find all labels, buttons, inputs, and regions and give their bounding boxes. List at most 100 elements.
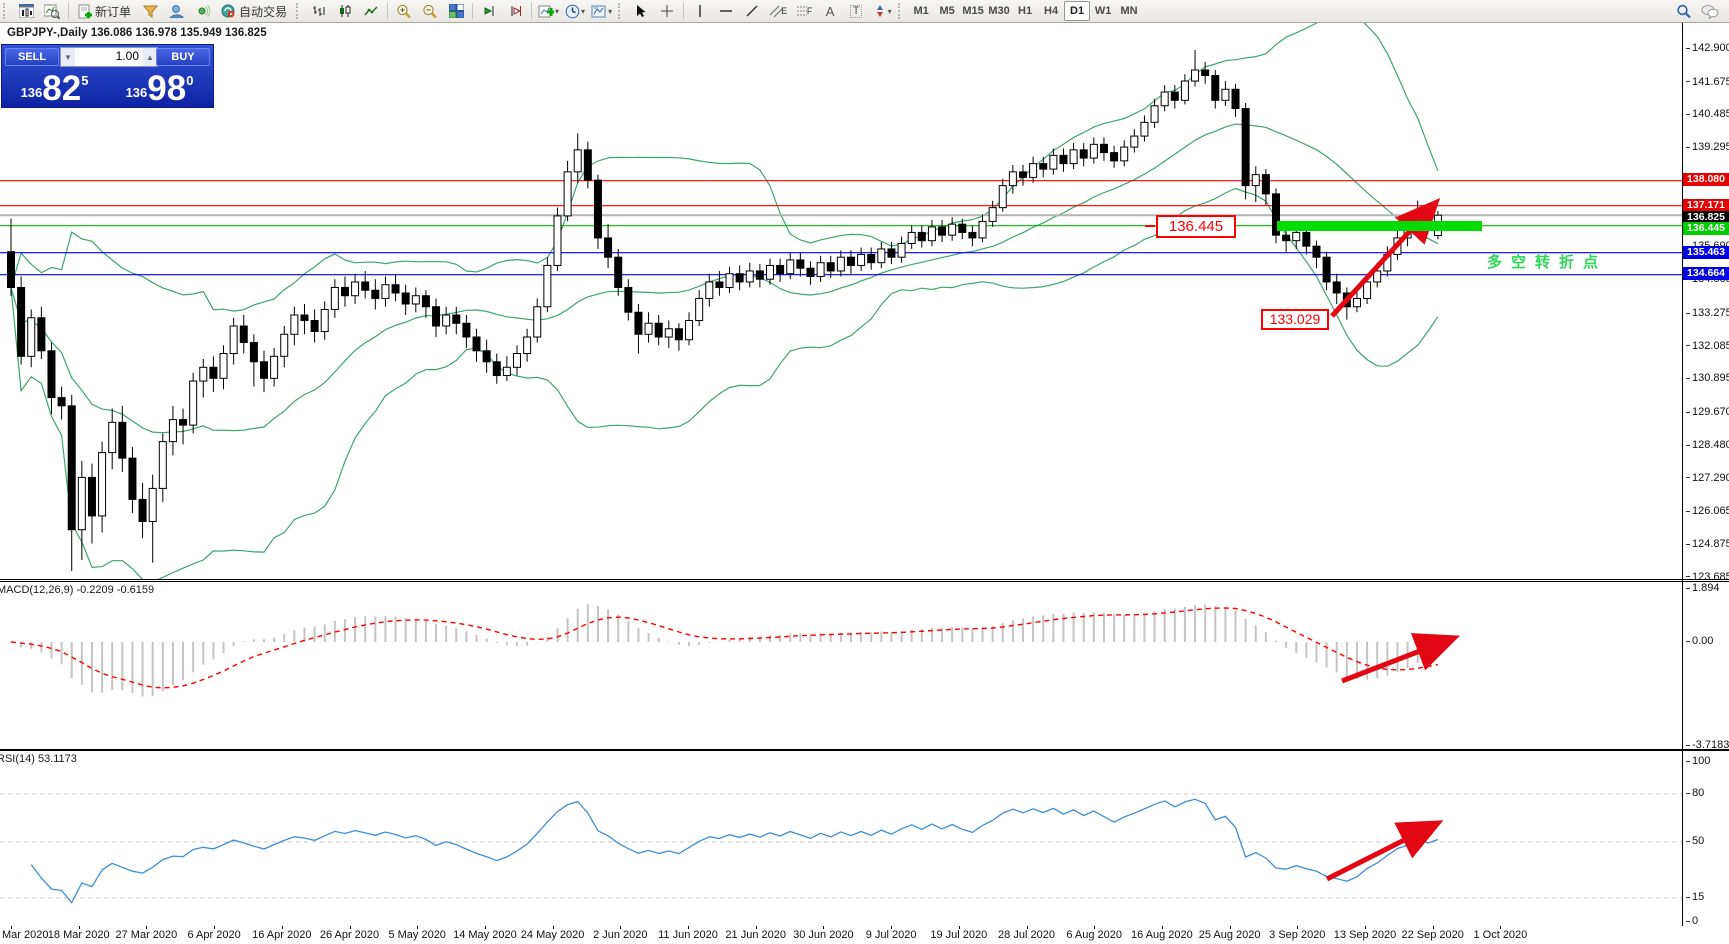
tab-m15[interactable]: M15 xyxy=(960,1,986,21)
tab-m5[interactable]: M5 xyxy=(934,1,960,21)
date-label: 6 Apr 2020 xyxy=(187,929,240,941)
periods-dropdown-arrow[interactable]: ▾ xyxy=(581,7,585,16)
text-letter: A xyxy=(826,5,835,18)
macd-axis-label: 0.00 xyxy=(1686,635,1713,647)
candlestick-chart-button[interactable] xyxy=(332,1,358,21)
trendline-button[interactable] xyxy=(739,1,765,21)
sell-price-sup: 5 xyxy=(81,73,88,88)
tick-chart-icon[interactable] xyxy=(39,1,65,21)
main-chart-pane[interactable] xyxy=(0,23,1729,580)
periods-button[interactable]: ▾ xyxy=(562,1,588,21)
macd-pane[interactable] xyxy=(0,581,1729,750)
label-button[interactable]: T xyxy=(843,1,869,21)
tab-w1[interactable]: W1 xyxy=(1090,1,1116,21)
charts-window-icon[interactable] xyxy=(13,1,39,21)
tab-d1[interactable]: D1 xyxy=(1064,1,1090,21)
date-axis[interactable]: Mar 202018 Mar 202027 Mar 20206 Apr 2020… xyxy=(0,926,1729,944)
rsi-axis-label: 15 xyxy=(1686,891,1704,903)
support-zone-bar[interactable] xyxy=(1277,221,1482,231)
resistance-price-label[interactable]: 136.445 xyxy=(1156,215,1236,238)
buy-price-sup: 0 xyxy=(186,73,193,88)
volume-decrease-button[interactable]: ▼ xyxy=(61,48,75,66)
chart-shift-button[interactable] xyxy=(502,1,528,21)
buy-button[interactable]: BUY xyxy=(156,48,210,66)
buy-price-prefix: 136 xyxy=(126,85,148,100)
macd-axis-label: 1.894 xyxy=(1686,582,1720,594)
search-icon[interactable] xyxy=(1671,1,1697,21)
rsi-label: RSI(14) 53.1173 xyxy=(0,753,77,765)
rsi-pane[interactable] xyxy=(0,750,1729,927)
tile-windows-button[interactable] xyxy=(443,1,469,21)
price-chart-canvas[interactable] xyxy=(0,23,1682,579)
date-label: 11 Jun 2020 xyxy=(658,929,718,941)
price-tick-label: 124.875 xyxy=(1686,538,1729,550)
quote-header: GBPJPY-,Daily 136.086 136.978 135.949 13… xyxy=(7,27,267,39)
fibonacci-button[interactable]: F xyxy=(791,1,817,21)
price-tick-label: 128.480 xyxy=(1686,439,1729,451)
price-tick-label: 139.295 xyxy=(1686,141,1729,153)
channel-button[interactable]: E xyxy=(765,1,791,21)
zoom-in-button[interactable] xyxy=(391,1,417,21)
date-label: 14 May 2020 xyxy=(453,929,517,941)
date-label: 1 Oct 2020 xyxy=(1473,929,1527,941)
price-line-badge: 135.463 xyxy=(1683,246,1729,259)
rsi-axis-label: 50 xyxy=(1686,835,1704,847)
label-letter: T xyxy=(850,5,863,18)
rsi-axis-label: 0 xyxy=(1686,915,1698,927)
date-label: 13 Sep 2020 xyxy=(1334,929,1396,941)
funnel-icon[interactable] xyxy=(137,1,163,21)
template-button[interactable]: ▾ xyxy=(588,1,615,21)
zoom-out-button[interactable] xyxy=(417,1,443,21)
auto-trading-icon xyxy=(221,4,236,18)
tab-mn[interactable]: MN xyxy=(1116,1,1142,21)
one-click-trading-panel: SELL ▼ 1.00 ▲ BUY 136 82 5 136 98 0 xyxy=(1,44,214,108)
toolbar: 新订单 自动交易 xyxy=(0,0,1729,23)
sell-button[interactable]: SELL xyxy=(5,48,59,66)
date-label: 3 Sep 2020 xyxy=(1269,929,1325,941)
date-label: 16 Apr 2020 xyxy=(252,929,311,941)
auto-trading-button[interactable]: 自动交易 xyxy=(215,1,293,21)
rsi-canvas[interactable] xyxy=(0,751,1682,926)
crosshair-button[interactable] xyxy=(654,1,680,21)
auto-scroll-button[interactable] xyxy=(476,1,502,21)
date-label: 21 Jun 2020 xyxy=(725,929,786,941)
cursor-button[interactable] xyxy=(628,1,654,21)
price-tick-label: 127.290 xyxy=(1686,472,1729,484)
date-label: 18 Mar 2020 xyxy=(48,929,110,941)
shapes-dropdown-arrow[interactable]: ▾ xyxy=(888,7,892,16)
buy-price[interactable]: 136 98 0 xyxy=(109,65,210,105)
text-button[interactable]: A xyxy=(817,1,843,21)
bar-chart-button[interactable] xyxy=(306,1,332,21)
tab-m1[interactable]: M1 xyxy=(908,1,934,21)
tab-h1[interactable]: H1 xyxy=(1012,1,1038,21)
volume-increase-button[interactable]: ▲ xyxy=(143,48,157,66)
broadcast-icon[interactable] xyxy=(189,1,215,21)
price-line-badge: 138.080 xyxy=(1683,173,1729,186)
macd-canvas[interactable] xyxy=(0,582,1682,749)
new-order-button[interactable]: 新订单 xyxy=(72,1,137,21)
indicators-dropdown-arrow[interactable]: ▾ xyxy=(555,7,559,16)
vertical-line-button[interactable] xyxy=(687,1,713,21)
swing-low-price-label[interactable]: 133.029 xyxy=(1261,309,1329,330)
date-label: 30 Jun 2020 xyxy=(793,929,854,941)
date-label: 19 Jul 2020 xyxy=(930,929,987,941)
auto-trading-label: 自动交易 xyxy=(239,3,287,20)
date-label: 28 Jul 2020 xyxy=(998,929,1055,941)
chat-icon[interactable] xyxy=(1697,1,1723,21)
tab-h4[interactable]: H4 xyxy=(1038,1,1064,21)
line-chart-button[interactable] xyxy=(358,1,384,21)
rsi-axis-label: 80 xyxy=(1686,787,1704,799)
volume-input[interactable]: 1.00 xyxy=(75,48,143,66)
date-label: 24 May 2020 xyxy=(521,929,585,941)
template-dropdown-arrow[interactable]: ▾ xyxy=(608,7,612,16)
date-label: 2 Jun 2020 xyxy=(593,929,647,941)
tab-m30[interactable]: M30 xyxy=(986,1,1012,21)
turning-point-note[interactable]: 多空转折点 xyxy=(1487,251,1607,272)
sell-price[interactable]: 136 82 5 xyxy=(4,65,105,105)
toolbar-grip[interactable] xyxy=(3,3,10,19)
expert-advisor-icon[interactable] xyxy=(163,1,189,21)
indicators-button[interactable]: ▾ xyxy=(535,1,562,21)
horizontal-line-button[interactable] xyxy=(713,1,739,21)
buy-price-big: 98 xyxy=(147,72,186,105)
shapes-button[interactable]: ▾ xyxy=(869,1,895,21)
